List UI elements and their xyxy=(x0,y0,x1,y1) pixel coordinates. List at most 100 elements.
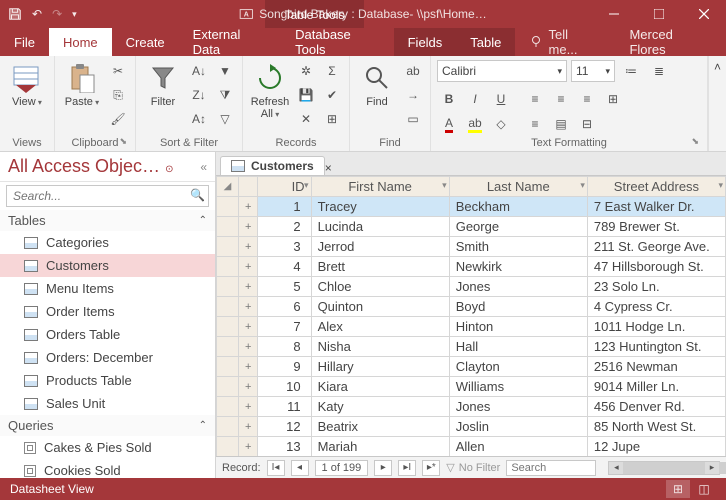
redo-icon[interactable]: ↷ xyxy=(52,7,62,21)
user-name[interactable]: Merced Flores xyxy=(611,28,726,56)
cell-id[interactable]: 4 xyxy=(258,257,311,277)
cell-first-name[interactable]: Katy xyxy=(311,397,449,417)
table-row[interactable]: + 12 Beatrix Joslin 85 North West St. xyxy=(217,417,726,437)
datasheet-view-button[interactable]: ⊞ xyxy=(666,480,690,498)
cell-id[interactable]: 6 xyxy=(258,297,311,317)
row-selector[interactable] xyxy=(217,217,239,237)
row-selector[interactable] xyxy=(217,197,239,217)
cell-first-name[interactable]: Chloe xyxy=(311,277,449,297)
filter-indicator[interactable]: ▽ No Filter xyxy=(446,461,500,474)
cell-last-name[interactable]: Jones xyxy=(449,277,587,297)
view-button[interactable]: View xyxy=(6,60,48,110)
scroll-right-icon[interactable]: ▸ xyxy=(705,462,719,474)
table-row[interactable]: + 4 Brett Newkirk 47 Hillsborough St. xyxy=(217,257,726,277)
expand-row-icon[interactable]: + xyxy=(239,257,258,277)
nav-search-input[interactable] xyxy=(6,185,209,207)
cell-id[interactable]: 7 xyxy=(258,317,311,337)
nav-item-table[interactable]: Customers xyxy=(0,254,215,277)
delete-record-button[interactable]: ✕ xyxy=(295,108,317,130)
advanced-filter-button[interactable]: ⧩ xyxy=(214,84,236,106)
cell-last-name[interactable]: George xyxy=(449,217,587,237)
expand-row-icon[interactable]: + xyxy=(239,197,258,217)
bold-button[interactable]: B xyxy=(437,88,461,110)
select-button[interactable]: ▭ xyxy=(402,108,424,130)
cell-last-name[interactable]: Allen xyxy=(449,437,587,457)
expand-row-icon[interactable]: + xyxy=(239,377,258,397)
spelling-button[interactable]: ✔ xyxy=(321,84,343,106)
close-button[interactable] xyxy=(681,0,726,28)
expand-row-icon[interactable]: + xyxy=(239,237,258,257)
cell-last-name[interactable]: Boyd xyxy=(449,297,587,317)
nav-item-table[interactable]: Orders Table xyxy=(0,323,215,346)
nav-group-header[interactable]: Queries⌃ xyxy=(0,415,215,436)
table-row[interactable]: + 7 Alex Hinton 1011 Hodge Ln. xyxy=(217,317,726,337)
nav-item-query[interactable]: Cookies Sold xyxy=(0,459,215,478)
cell-street[interactable]: 7 East Walker Dr. xyxy=(587,197,725,217)
align-right-button[interactable]: ≡ xyxy=(575,88,599,110)
nav-item-table[interactable]: Orders: December xyxy=(0,346,215,369)
first-record-button[interactable]: I◂ xyxy=(267,460,285,476)
datasheet-grid[interactable]: ◢ID▾First Name▾Last Name▾Street Address▾… xyxy=(216,176,726,456)
cell-id[interactable]: 11 xyxy=(258,397,311,417)
tab-database-tools[interactable]: Database Tools xyxy=(281,28,393,56)
cell-first-name[interactable]: Beatrix xyxy=(311,417,449,437)
clipboard-launcher-icon[interactable]: ⬊ xyxy=(119,136,127,147)
column-dropdown-icon[interactable]: ▾ xyxy=(304,180,309,191)
selection-filter-button[interactable]: ▼ xyxy=(214,60,236,82)
cell-first-name[interactable]: Tracey xyxy=(311,197,449,217)
minimize-button[interactable] xyxy=(591,0,636,28)
cell-last-name[interactable]: Newkirk xyxy=(449,257,587,277)
row-selector[interactable] xyxy=(217,397,239,417)
select-all-cell[interactable]: ◢ xyxy=(217,177,239,197)
cell-street[interactable]: 123 Huntington St. xyxy=(587,337,725,357)
filter-button[interactable]: Filter xyxy=(142,60,184,110)
row-selector[interactable] xyxy=(217,237,239,257)
last-record-button[interactable]: ▸I xyxy=(398,460,416,476)
row-selector[interactable] xyxy=(217,437,239,457)
cell-id[interactable]: 10 xyxy=(258,377,311,397)
table-row[interactable]: + 13 Mariah Allen 12 Jupe xyxy=(217,437,726,457)
gridline-color-button[interactable]: ⊟ xyxy=(575,113,599,135)
nav-collapse-icon[interactable]: « xyxy=(200,160,207,174)
record-position[interactable]: 1 of 199 xyxy=(315,460,369,476)
qat-customize-icon[interactable]: ▾ xyxy=(72,9,77,20)
column-dropdown-icon[interactable]: ▾ xyxy=(580,180,585,191)
expand-row-icon[interactable]: + xyxy=(239,357,258,377)
table-row[interactable]: + 10 Kiara Williams 9014 Miller Ln. xyxy=(217,377,726,397)
expand-row-icon[interactable]: + xyxy=(239,437,258,457)
row-selector[interactable] xyxy=(217,417,239,437)
nav-item-table[interactable]: Order Items xyxy=(0,300,215,323)
tab-table[interactable]: Table xyxy=(456,28,515,56)
prev-record-button[interactable]: ◂ xyxy=(291,460,309,476)
totals-button[interactable]: Σ xyxy=(321,60,343,82)
expand-row-icon[interactable]: + xyxy=(239,397,258,417)
expand-row-icon[interactable]: + xyxy=(239,217,258,237)
table-row[interactable]: + 1 Tracey Beckham 7 East Walker Dr. xyxy=(217,197,726,217)
find-button[interactable]: Find xyxy=(356,60,398,110)
cell-last-name[interactable]: Jones xyxy=(449,397,587,417)
cell-first-name[interactable]: Alex xyxy=(311,317,449,337)
cell-id[interactable]: 8 xyxy=(258,337,311,357)
horizontal-scrollbar[interactable]: ◂ ▸ xyxy=(608,461,720,475)
cell-street[interactable]: 12 Jupe xyxy=(587,437,725,457)
alt-row-button[interactable]: ▤ xyxy=(549,113,573,135)
column-dropdown-icon[interactable]: ▾ xyxy=(442,180,447,191)
goto-button[interactable]: → xyxy=(402,84,424,106)
format-painter-button[interactable]: 🖌 xyxy=(107,108,129,130)
cell-first-name[interactable]: Mariah xyxy=(311,437,449,457)
cell-street[interactable]: 4 Cypress Cr. xyxy=(587,297,725,317)
cell-street[interactable]: 9014 Miller Ln. xyxy=(587,377,725,397)
underline-button[interactable]: U xyxy=(489,88,513,110)
cell-street[interactable]: 47 Hillsborough St. xyxy=(587,257,725,277)
cell-first-name[interactable]: Jerrod xyxy=(311,237,449,257)
tab-file[interactable]: File xyxy=(0,28,49,56)
expand-row-icon[interactable]: + xyxy=(239,277,258,297)
cell-street[interactable]: 85 North West St. xyxy=(587,417,725,437)
cell-id[interactable]: 1 xyxy=(258,197,311,217)
cell-last-name[interactable]: Hall xyxy=(449,337,587,357)
column-dropdown-icon[interactable]: ▾ xyxy=(718,180,723,191)
cell-last-name[interactable]: Smith xyxy=(449,237,587,257)
sort-asc-button[interactable]: A↓ xyxy=(188,60,210,82)
tell-me-search[interactable]: Tell me... xyxy=(515,28,611,56)
cell-last-name[interactable]: Joslin xyxy=(449,417,587,437)
